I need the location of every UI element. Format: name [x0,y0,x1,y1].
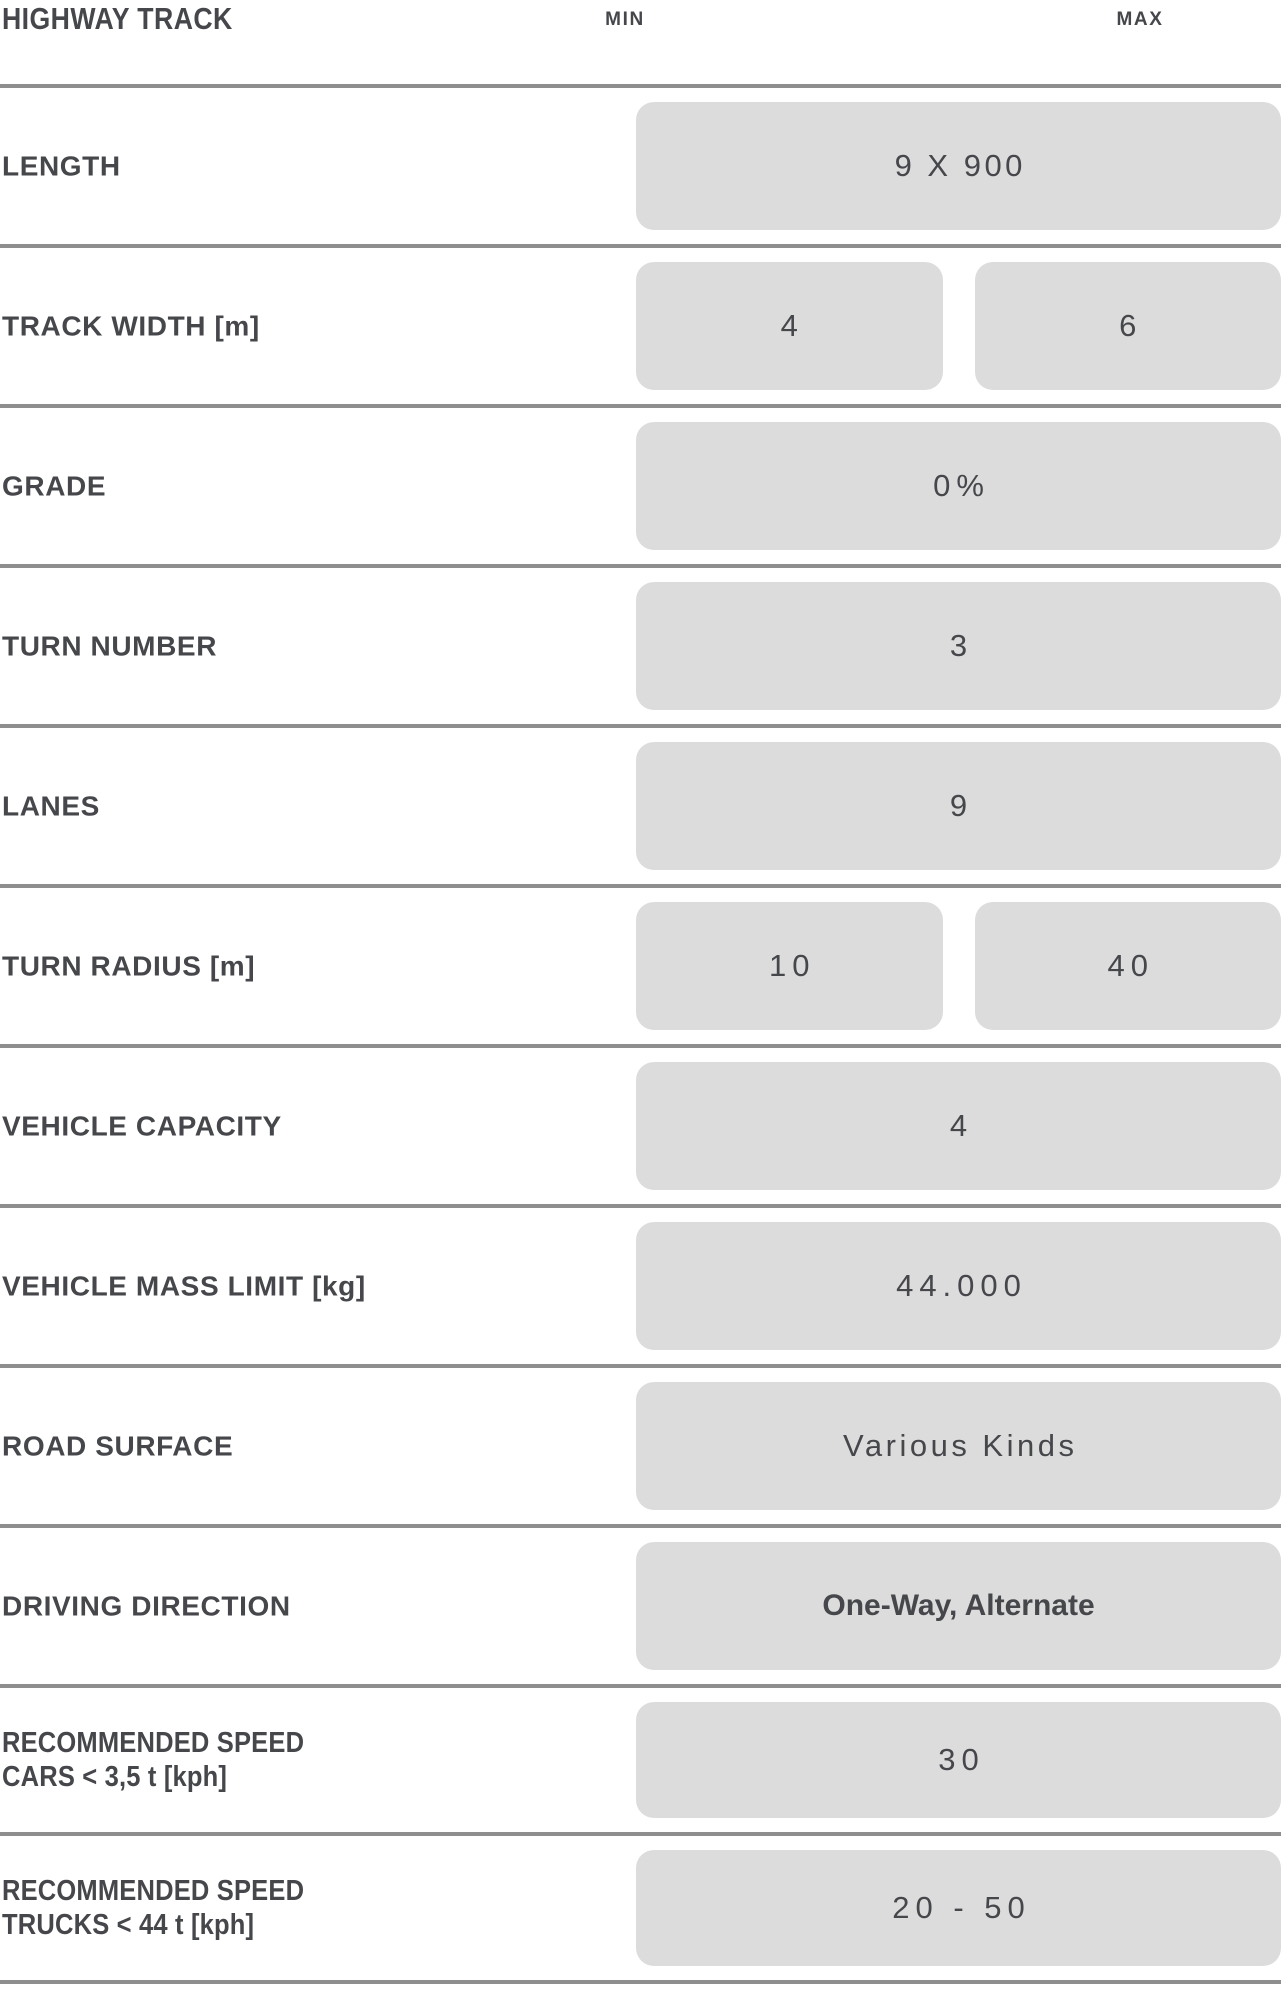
value-cells: 30 [636,1702,1281,1818]
value-cells: 44.000 [636,1222,1281,1350]
value-pill: 9 [636,742,1281,870]
row-label: VEHICLE MASS LIMIT [kg] [2,1270,366,1302]
value-pill: 0% [636,422,1281,550]
value-pill: 9 X 900 [636,102,1281,230]
table-row: LANES 9 [0,728,1281,888]
value-pill-min: 10 [636,902,943,1030]
value-pill: 20 - 50 [636,1850,1281,1966]
row-label: ROAD SURFACE [2,1430,234,1462]
row-label: GRADE [2,470,107,502]
row-label: RECOMMENDED SPEED CARS < 3,5 t [kph] [2,1726,305,1793]
value-pill-min: 4 [636,262,943,390]
table-header: HIGHWAY TRACK MIN MAX [0,0,1281,88]
table-row: VEHICLE MASS LIMIT [kg] 44.000 [0,1208,1281,1368]
table-row: VEHICLE CAPACITY 4 [0,1048,1281,1208]
table-row: TURN NUMBER 3 [0,568,1281,728]
value-cells: Various Kinds [636,1382,1281,1510]
table-row: ROAD SURFACE Various Kinds [0,1368,1281,1528]
row-label: DRIVING DIRECTION [2,1590,291,1622]
table-row: RECOMMENDED SPEED CARS < 3,5 t [kph] 30 [0,1688,1281,1836]
value-pill: 3 [636,582,1281,710]
row-label: TURN NUMBER [2,630,218,662]
column-header-max: MAX [1116,9,1164,30]
value-cells: 4 [636,1062,1281,1190]
row-label: RECOMMENDED SPEED TRUCKS < 44 t [kph] [2,1874,305,1941]
value-pill: Various Kinds [636,1382,1281,1510]
table-row: DRIVING DIRECTION One-Way, Alternate [0,1528,1281,1688]
value-cells: 0% [636,422,1281,550]
table-row: RECOMMENDED SPEED TRUCKS < 44 t [kph] 20 … [0,1836,1281,1984]
value-pill: 44.000 [636,1222,1281,1350]
table-row: LENGTH 9 X 900 [0,88,1281,248]
value-cells: One-Way, Alternate [636,1542,1281,1670]
value-pill: One-Way, Alternate [636,1542,1281,1670]
value-pill-max: 6 [974,262,1281,390]
value-pill-max: 40 [974,902,1281,1030]
table-body: LENGTH 9 X 900 TRACK WIDTH [m] 4 6 GRADE 0% TUR… [0,88,1281,1984]
row-label: TRACK WIDTH [m] [2,310,260,342]
value-cells: 10 40 [636,902,1281,1030]
column-header-min: MIN [605,9,645,30]
value-pill: 30 [636,1702,1281,1818]
table-row: TRACK WIDTH [m] 4 6 [0,248,1281,408]
table-row: TURN RADIUS [m] 10 40 [0,888,1281,1048]
value-cells: 9 X 900 [636,102,1281,230]
table-row: GRADE 0% [0,408,1281,568]
value-cells: 20 - 50 [636,1850,1281,1966]
value-cells: 3 [636,582,1281,710]
value-cells: 9 [636,742,1281,870]
row-label: LANES [2,790,100,822]
highway-track-spec-table: HIGHWAY TRACK MIN MAX LENGTH 9 X 900 TRACK… [0,0,1281,1995]
row-label: VEHICLE CAPACITY [2,1110,282,1142]
row-label: LENGTH [2,150,121,182]
value-cells: 46 [636,262,1281,390]
page-title: HIGHWAY TRACK [2,1,233,36]
value-pill: 4 [636,1062,1281,1190]
row-label: TURN RADIUS [m] [2,950,256,982]
